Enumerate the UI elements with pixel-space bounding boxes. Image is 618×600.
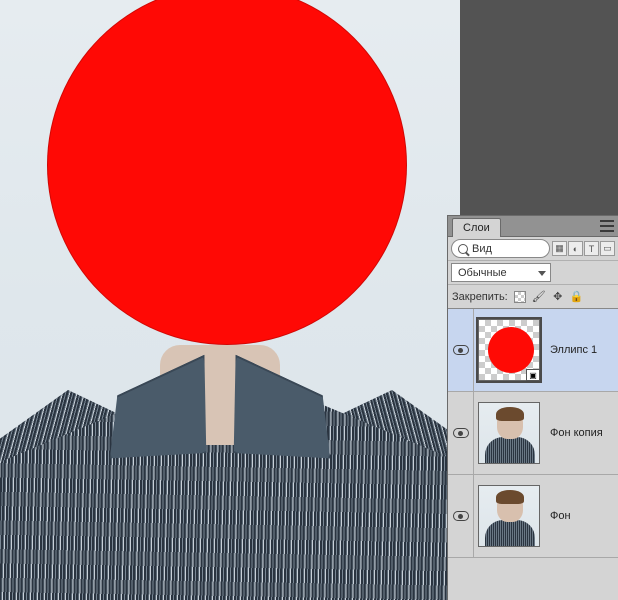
vector-mask-badge[interactable]: ▣ [526, 369, 540, 381]
layer-row[interactable]: ▣ Эллипс 1 [448, 309, 618, 392]
visibility-toggle[interactable] [448, 475, 474, 557]
layer-name[interactable]: Эллипс 1 [544, 344, 618, 356]
search-icon [458, 244, 468, 254]
eye-icon [453, 345, 469, 355]
eye-icon [453, 511, 469, 521]
visibility-toggle[interactable] [448, 392, 474, 474]
canvas[interactable] [0, 0, 460, 600]
panel-tabs: Слои [448, 216, 618, 237]
layer-row[interactable]: Фон [448, 475, 618, 558]
layer-filter-select[interactable]: Вид [451, 239, 550, 258]
lock-all-icon[interactable]: 🔒 [569, 289, 585, 305]
lock-row: Закрепить: 🖌 ✥ 🔒 [448, 285, 618, 309]
app-background [460, 0, 618, 215]
layer-thumbnail[interactable] [478, 485, 540, 547]
lock-label: Закрепить: [452, 291, 508, 303]
layer-thumbnail[interactable]: ▣ [478, 319, 540, 381]
lock-position-icon[interactable]: ✥ [550, 289, 566, 305]
filter-label: Вид [472, 243, 492, 255]
blend-row: Обычные [448, 261, 618, 285]
panel-menu-icon[interactable] [600, 220, 614, 232]
tab-layers[interactable]: Слои [452, 218, 501, 237]
layers-list: ▣ Эллипс 1 Фон копия [448, 309, 618, 600]
visibility-toggle[interactable] [448, 309, 474, 391]
layer-thumbnail[interactable] [478, 402, 540, 464]
blend-mode-select[interactable]: Обычные [451, 263, 551, 282]
filter-shape-icon[interactable]: ▭ [600, 241, 615, 256]
ellipse-shape[interactable] [47, 0, 407, 345]
filter-pixel-icon[interactable]: ▦ [552, 241, 567, 256]
eye-icon [453, 428, 469, 438]
filter-type-icon[interactable]: T [584, 241, 599, 256]
filter-row: Вид ▦ ◐ T ▭ [448, 237, 618, 261]
layers-panel: Слои Вид ▦ ◐ T ▭ Обычные Закрепить: 🖌 ✥ … [447, 215, 618, 600]
lock-transparency-icon[interactable] [512, 289, 528, 305]
lock-paint-icon[interactable]: 🖌 [531, 289, 547, 305]
layer-name[interactable]: Фон копия [544, 427, 618, 439]
layer-row[interactable]: Фон копия [448, 392, 618, 475]
layer-name[interactable]: Фон [544, 510, 618, 522]
blend-mode-value: Обычные [458, 267, 507, 279]
filter-adjust-icon[interactable]: ◐ [568, 241, 583, 256]
